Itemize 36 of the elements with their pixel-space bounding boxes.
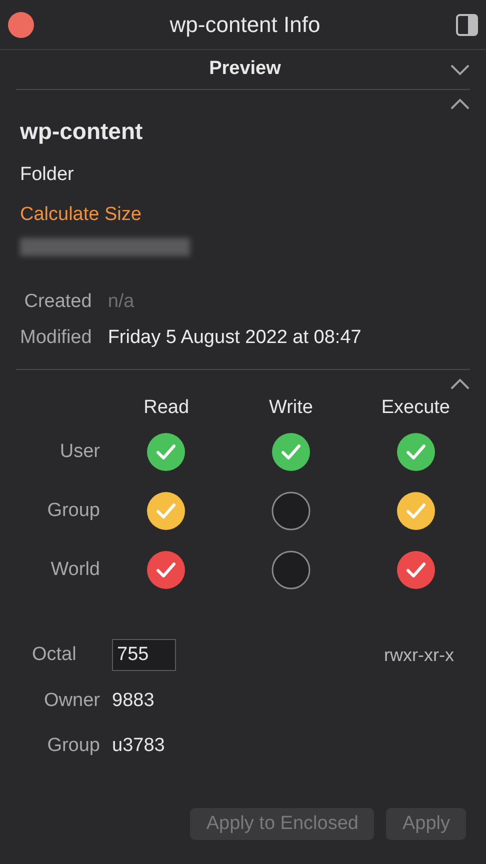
checked-checkbox[interactable] xyxy=(147,551,186,589)
expand-icon[interactable] xyxy=(450,64,470,76)
owner-value: 9883 xyxy=(112,689,154,713)
column-header: Execute xyxy=(380,396,451,420)
collapse-icon[interactable] xyxy=(450,378,470,390)
close-button[interactable] xyxy=(8,12,34,38)
column-header: Write xyxy=(268,396,314,420)
date-label: Created xyxy=(23,290,92,314)
symbolic-permissions: rwxr-xr-x xyxy=(384,644,454,666)
octal-label: Octal xyxy=(32,642,78,667)
item-kind: Folder xyxy=(20,162,75,186)
window-title: wp-content Info xyxy=(168,11,322,39)
row-label: Group xyxy=(46,498,101,523)
checked-checkbox[interactable] xyxy=(396,492,435,530)
checked-checkbox[interactable] xyxy=(147,492,186,530)
checked-checkbox[interactable] xyxy=(396,551,435,589)
unchecked-checkbox[interactable] xyxy=(270,550,311,590)
sidebar-icon[interactable] xyxy=(456,14,478,36)
date-label: Modified xyxy=(20,326,92,350)
column-header: Read xyxy=(142,396,190,420)
date-value: n/a xyxy=(108,290,136,314)
calculate-size-link[interactable]: Calculate Size xyxy=(20,201,466,230)
group-value: u3783 xyxy=(112,734,165,758)
octal-field[interactable]: 755 xyxy=(112,639,176,671)
checked-checkbox[interactable] xyxy=(272,433,310,471)
row-label: User xyxy=(58,440,101,464)
group-label: Group xyxy=(46,734,101,758)
preview-header[interactable]: Preview xyxy=(16,55,450,84)
owner-label: Owner xyxy=(43,689,101,713)
checked-checkbox[interactable] xyxy=(396,433,435,471)
collapse-icon[interactable] xyxy=(450,98,470,110)
item-name: wp-content xyxy=(20,117,144,146)
row-label: World xyxy=(50,558,101,582)
unchecked-checkbox[interactable] xyxy=(270,491,311,531)
date-value: Friday 5 August 2022 at 08:47 xyxy=(108,326,362,350)
checked-checkbox[interactable] xyxy=(147,433,186,471)
